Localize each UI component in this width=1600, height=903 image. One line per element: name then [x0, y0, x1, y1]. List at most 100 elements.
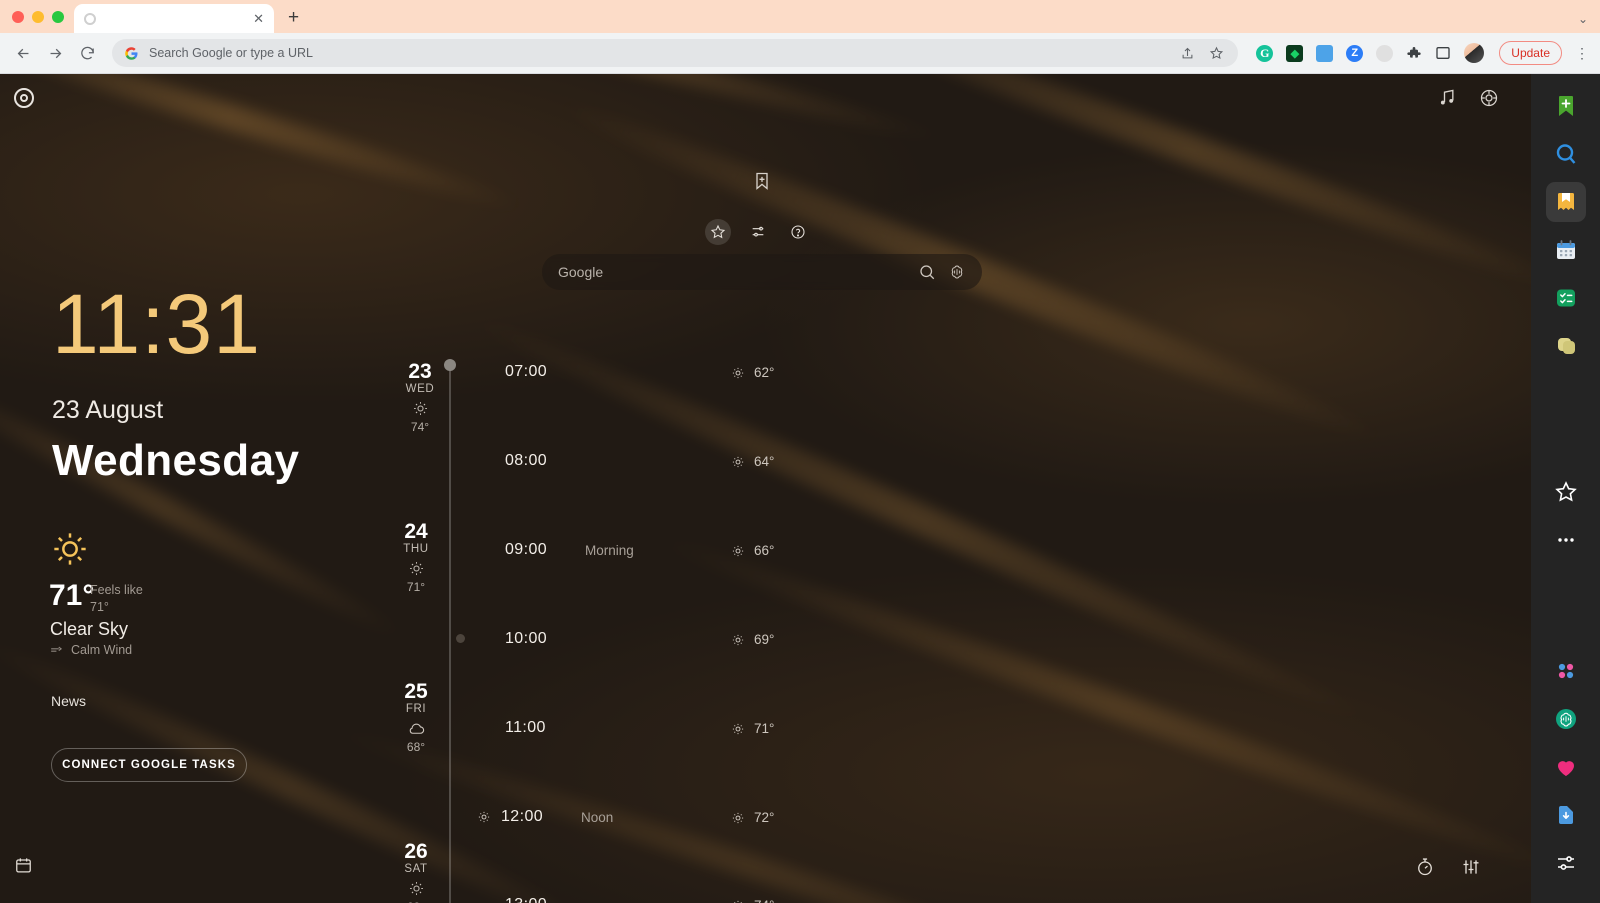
blue-window-extension-icon[interactable]	[1316, 44, 1334, 62]
side-panel-icon[interactable]	[1435, 45, 1451, 61]
help-button[interactable]	[785, 219, 811, 245]
sidebar-item-tasks[interactable]	[1546, 278, 1586, 318]
quick-actions-row	[705, 219, 811, 245]
bookmark-star-icon[interactable]	[1209, 46, 1224, 61]
browser-tab[interactable]: ✕	[74, 4, 274, 33]
sidebar-item-heart[interactable]	[1546, 747, 1586, 787]
search-input[interactable]: Google	[558, 264, 906, 280]
ring-logo-icon[interactable]	[14, 88, 34, 108]
timeline-secondary-marker	[456, 634, 465, 643]
noon-sun-icon	[477, 810, 493, 824]
sidebar-item-apps[interactable]	[1546, 651, 1586, 691]
sliders-icon[interactable]	[1461, 857, 1481, 877]
sidebar-item-bookmarks[interactable]	[1545, 182, 1586, 222]
openai-icon[interactable]	[948, 263, 966, 281]
forecast-day[interactable]: 25 FRI 68°	[381, 680, 451, 754]
gray-circle-extension-icon[interactable]	[1376, 44, 1394, 62]
forecast-day-number: 24	[404, 520, 428, 543]
sun-icon	[732, 545, 744, 556]
forecast-day-number: 25	[404, 680, 428, 703]
address-bar[interactable]: Search Google or type a URL	[112, 39, 1239, 67]
reload-button[interactable]	[74, 40, 100, 66]
sidebar-item-more[interactable]	[1546, 520, 1586, 560]
close-tab-button[interactable]: ✕	[253, 12, 264, 25]
hour-time: 08:00	[505, 452, 548, 469]
feels-like-value: 71°	[90, 599, 109, 614]
sun-icon	[732, 456, 744, 467]
close-window-button[interactable]	[12, 11, 24, 23]
maximize-window-button[interactable]	[52, 11, 64, 23]
profile-avatar[interactable]	[1464, 43, 1485, 63]
forecast-day-number: 23	[408, 360, 432, 383]
zotero-extension-icon[interactable]: Z	[1346, 44, 1364, 62]
omnibox-actions	[1180, 46, 1226, 61]
forward-button[interactable]	[42, 40, 68, 66]
hour-row[interactable]: 11:00	[505, 719, 585, 737]
back-button[interactable]	[10, 40, 36, 66]
hour-temp-group: 66°	[731, 543, 774, 558]
sidebar-item-downloads[interactable]	[1546, 795, 1586, 835]
ring-logo-inner	[20, 94, 28, 102]
sliders-button[interactable]	[745, 219, 771, 245]
browser-menu-button[interactable]: ⋮	[1575, 45, 1590, 62]
update-button[interactable]: Update	[1499, 41, 1562, 65]
hour-temp-group: 74°	[731, 898, 774, 903]
sidebar-item-search[interactable]	[1546, 134, 1586, 174]
extensions-puzzle-icon[interactable]	[1406, 45, 1422, 61]
hour-temperature: 72°	[754, 810, 775, 825]
bookmark-add-icon[interactable]	[752, 170, 772, 192]
forecast-day-temp: 74°	[410, 420, 430, 435]
calendar-icon[interactable]	[14, 856, 33, 875]
browser-window: ✕ + ⌄ Search Google or type a URL G ◆ Z …	[0, 0, 1600, 903]
forecast-day[interactable]: 24 THU 71°	[381, 520, 451, 594]
sun-icon	[734, 900, 742, 903]
weekday-label: Wednesday	[52, 436, 300, 485]
sidebar-item-settings[interactable]	[1546, 843, 1586, 883]
hour-part: Morning	[585, 542, 634, 558]
settings-sliders-icon	[1557, 856, 1574, 870]
chevron-down-icon[interactable]: ⌄	[1578, 12, 1588, 26]
hour-time: 10:00	[505, 630, 548, 647]
sidebar-item-notes[interactable]	[1546, 326, 1586, 366]
hour-row[interactable]: 10:00	[505, 630, 585, 648]
hour-row[interactable]: 12:00 Noon	[477, 808, 613, 826]
new-tab-button[interactable]: +	[274, 7, 299, 33]
ring-icon[interactable]	[1479, 88, 1499, 108]
hour-temp-group: 64°	[731, 454, 774, 469]
tab-strip: ✕ + ⌄	[0, 0, 1600, 33]
hour-time: 07:00	[505, 363, 548, 380]
star-button[interactable]	[705, 219, 731, 245]
sidebar-item-bookmark-add[interactable]	[1546, 86, 1586, 126]
connect-google-tasks-button[interactable]: CONNECT GOOGLE TASKS	[51, 748, 247, 782]
hour-row[interactable]: 09:00 Morning	[505, 541, 634, 559]
tasks-icon	[1556, 289, 1575, 307]
forecast-day-name: WED	[405, 383, 435, 396]
sun-icon	[732, 634, 744, 645]
sticky-notes-icon	[1557, 338, 1575, 354]
search-icon[interactable]	[918, 263, 936, 281]
forecast-day[interactable]: 26 SAT 69°	[381, 840, 451, 903]
search-bar[interactable]: Google	[542, 254, 982, 290]
date-label: 23 August	[52, 396, 164, 424]
share-icon[interactable]	[1180, 46, 1195, 61]
forecast-day[interactable]: 23 WED 74°	[385, 360, 455, 434]
help-icon	[791, 225, 805, 239]
sun-icon	[381, 880, 451, 897]
sidebar-item-chatgpt[interactable]	[1546, 699, 1586, 739]
hour-temp-group: 71°	[731, 721, 774, 736]
music-note-icon[interactable]	[1437, 88, 1457, 108]
minimize-window-button[interactable]	[32, 11, 44, 23]
hour-row[interactable]: 08:00	[505, 452, 585, 470]
hour-row[interactable]: 13:00	[505, 896, 585, 903]
wind-info: Calm Wind	[50, 643, 132, 657]
grammarly-extension-icon[interactable]: G	[1256, 44, 1274, 62]
green-diamond-extension-icon[interactable]: ◆	[1286, 44, 1304, 62]
star-icon	[1554, 481, 1577, 502]
sidebar-item-favorites[interactable]	[1546, 472, 1586, 512]
wind-label: Calm Wind	[71, 643, 133, 657]
sidebar-item-calendar[interactable]	[1546, 230, 1586, 270]
timer-icon[interactable]	[1415, 857, 1435, 877]
forecast-day-name: SAT	[404, 863, 428, 876]
hour-row[interactable]: 07:00	[505, 363, 585, 381]
cloud-icon	[381, 720, 451, 737]
